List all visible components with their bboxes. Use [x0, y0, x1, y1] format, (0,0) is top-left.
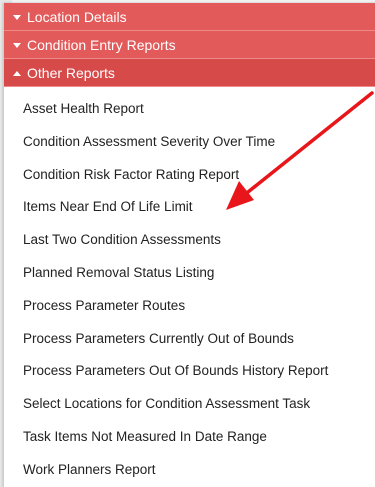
section-other-reports[interactable]: Other Reports [4, 59, 375, 87]
section-label: Other Reports [27, 65, 115, 81]
report-link-out-of-bounds-history[interactable]: Process Parameters Out Of Bounds History… [4, 355, 375, 388]
report-link-condition-assessment-severity[interactable]: Condition Assessment Severity Over Time [4, 126, 375, 159]
report-link-planned-removal-status[interactable]: Planned Removal Status Listing [4, 257, 375, 290]
report-link-condition-risk-factor-rating[interactable]: Condition Risk Factor Rating Report [4, 159, 375, 192]
report-link-work-planners[interactable]: Work Planners Report [4, 454, 375, 487]
report-link-task-items-not-measured[interactable]: Task Items Not Measured In Date Range [4, 421, 375, 454]
section-location-details[interactable]: Location Details [4, 3, 375, 31]
section-label: Location Details [27, 9, 127, 25]
caret-down-icon [13, 15, 21, 20]
section-label: Condition Entry Reports [27, 37, 176, 53]
caret-up-icon [13, 71, 21, 76]
report-link-asset-health[interactable]: Asset Health Report [4, 93, 375, 126]
section-condition-entry-reports[interactable]: Condition Entry Reports [4, 31, 375, 59]
report-link-process-parameter-routes[interactable]: Process Parameter Routes [4, 290, 375, 323]
report-link-select-locations-task[interactable]: Select Locations for Condition Assessmen… [4, 388, 375, 421]
other-reports-list: Asset Health Report Condition Assessment… [4, 87, 375, 487]
reports-panel: Location Details Condition Entry Reports… [3, 3, 375, 487]
report-link-last-two-condition-assessments[interactable]: Last Two Condition Assessments [4, 224, 375, 257]
caret-down-icon [13, 43, 21, 48]
report-link-items-near-end-of-life[interactable]: Items Near End Of Life Limit [4, 191, 375, 224]
report-link-process-parameters-out-of-bounds[interactable]: Process Parameters Currently Out of Boun… [4, 323, 375, 356]
